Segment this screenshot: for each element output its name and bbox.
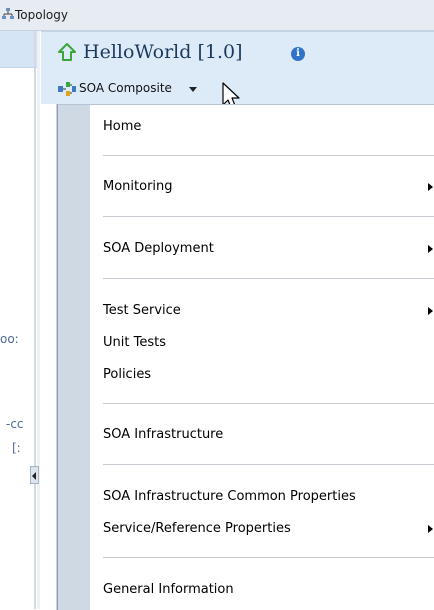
menu-item-soa-deployment[interactable]: SOA Deployment <box>103 239 433 259</box>
submenu-arrow-icon <box>428 525 433 533</box>
menu-item-label: SOA Deployment <box>103 241 214 256</box>
menu-item-home[interactable]: Home <box>103 117 433 137</box>
menu-item-label: Unit Tests <box>103 335 166 350</box>
topology-icon <box>2 8 14 19</box>
nav-text-fragment: -cc <box>6 417 24 431</box>
menu-item-soa-infrastructure[interactable]: SOA Infrastructure <box>103 425 433 445</box>
submenu-arrow-icon <box>428 183 433 191</box>
soa-composite-menu-button[interactable]: SOA Composite <box>79 81 172 95</box>
chevron-down-icon[interactable] <box>189 87 197 92</box>
composite-title: HelloWorld [1.0] <box>83 41 243 63</box>
nav-text-fragment: oo: <box>0 332 19 346</box>
menu-icon-gutter <box>58 105 90 610</box>
topology-tab[interactable]: Topology <box>15 8 68 22</box>
menu-item-general-information[interactable]: General Information <box>103 580 433 600</box>
soa-composite-icon <box>58 82 76 96</box>
home-icon[interactable] <box>57 42 77 62</box>
collapse-pane-button[interactable] <box>30 466 39 484</box>
menu-item-label: Monitoring <box>103 179 173 194</box>
menu-separator <box>103 403 434 404</box>
nav-text-fragment: [: <box>12 441 21 455</box>
menu-item-monitoring[interactable]: Monitoring <box>103 177 433 197</box>
menu-item-test-service[interactable]: Test Service <box>103 301 433 321</box>
info-icon[interactable]: i <box>291 47 305 61</box>
menu-item-label: Home <box>103 119 142 134</box>
menu-separator <box>103 557 434 558</box>
submenu-arrow-icon <box>428 245 433 253</box>
menu-separator <box>103 155 434 156</box>
menu-item-service-reference-properties[interactable]: Service/Reference Properties <box>103 519 433 539</box>
submenu-arrow-icon <box>428 307 433 315</box>
menu-separator <box>103 278 434 279</box>
menu-item-unit-tests[interactable]: Unit Tests <box>103 333 433 353</box>
composite-header: HelloWorld [1.0] i SOA Composite <box>41 31 434 111</box>
menu-item-label: Service/Reference Properties <box>103 521 291 536</box>
menu-item-label: Test Service <box>103 303 181 318</box>
pane-divider[interactable] <box>34 31 36 609</box>
pane-divider-shade <box>37 31 40 609</box>
topology-bar: Topology <box>0 0 434 31</box>
menu-item-policies[interactable]: Policies <box>103 365 433 385</box>
menu-item-label: SOA Infrastructure <box>103 427 224 442</box>
menu-item-label: SOA Infrastructure Common Properties <box>103 489 356 504</box>
menu-item-label: Policies <box>103 367 152 382</box>
menu-item-label: General Information <box>103 582 234 597</box>
menu-item-soa-infrastructure-common-properties[interactable]: SOA Infrastructure Common Properties <box>103 487 433 507</box>
menu-separator <box>103 464 434 465</box>
soa-composite-dropdown-menu: Home Monitoring SOA Deployment Test Serv… <box>57 104 434 610</box>
menu-separator <box>103 216 434 217</box>
